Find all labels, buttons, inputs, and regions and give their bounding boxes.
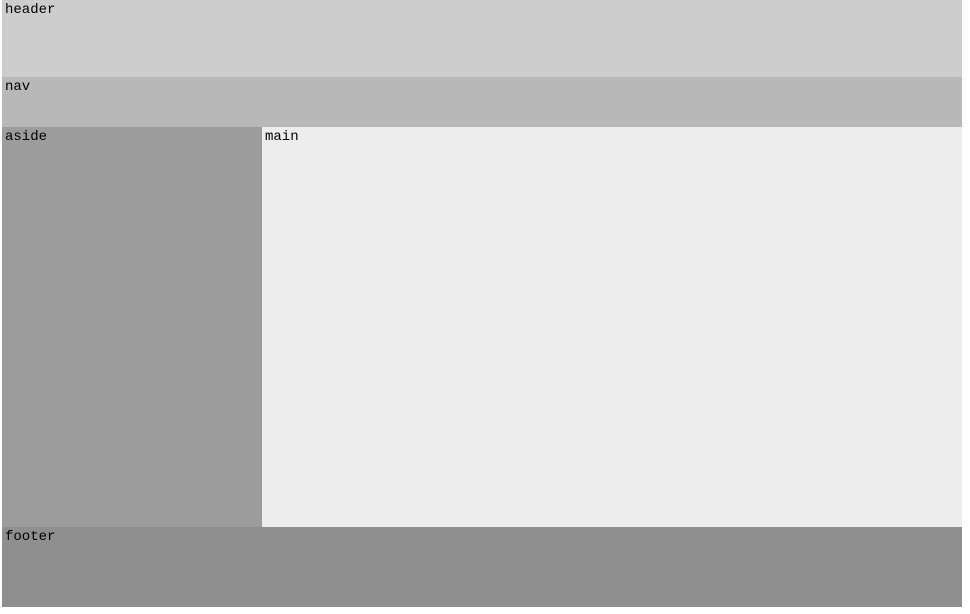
nav-region: nav (2, 77, 962, 127)
aside-label: aside (5, 129, 47, 145)
main-label: main (265, 129, 299, 145)
layout-container: header nav aside main footer (2, 0, 962, 607)
main-region: main (262, 127, 962, 527)
middle-region: aside main (2, 127, 962, 527)
header-region: header (2, 0, 962, 77)
header-label: header (5, 2, 55, 18)
footer-label: footer (5, 529, 55, 545)
footer-region: footer (2, 527, 962, 607)
nav-label: nav (5, 79, 30, 95)
aside-region: aside (2, 127, 262, 527)
